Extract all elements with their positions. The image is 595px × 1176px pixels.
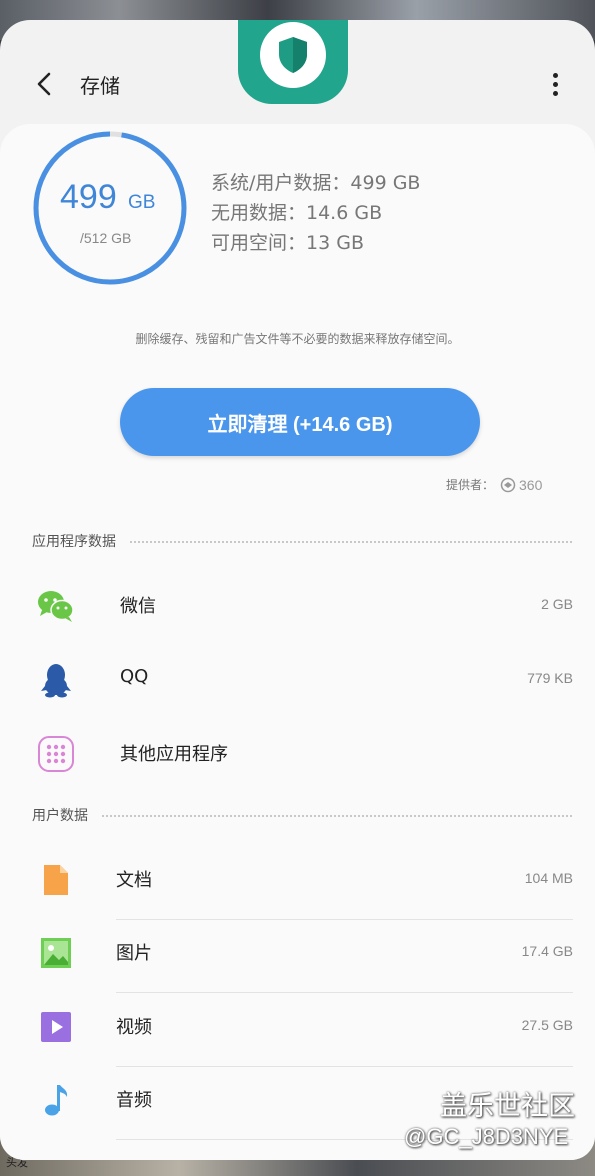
- section-divider: [102, 815, 572, 817]
- app-label-wechat: 微信: [120, 596, 156, 617]
- user-label-documents: 文档: [116, 870, 152, 891]
- app-badge: [238, 20, 348, 104]
- storage-usage-text: 499 GB /512 GB: [32, 130, 188, 286]
- provider-360-logo: 360: [500, 477, 542, 493]
- shield-icon: [279, 37, 307, 73]
- app-size-wechat: 2 GB: [541, 596, 573, 612]
- row-divider: [116, 1066, 573, 1067]
- watermark-community: 盖乐世社区: [440, 1091, 575, 1122]
- more-vertical-icon: [552, 72, 558, 78]
- user-size-images: 17.4 GB: [521, 943, 573, 959]
- app-row-wechat[interactable]: 微信 2 GB: [0, 574, 595, 634]
- stat-free-space: 可用空间：13 GB: [211, 232, 364, 254]
- user-row-videos[interactable]: 视频 27.5 GB: [0, 995, 595, 1067]
- provider-brand: 360: [519, 476, 543, 493]
- row-divider: [116, 919, 573, 920]
- wechat-icon: [36, 586, 76, 626]
- section-title-apps: 应用程序数据: [32, 534, 116, 550]
- app-label-other: 其他应用程序: [120, 744, 228, 765]
- qq-penguin-icon: [36, 660, 76, 700]
- section-title-user-data: 用户数据: [32, 808, 88, 824]
- user-label-videos: 视频: [116, 1017, 152, 1038]
- image-icon: [36, 933, 76, 973]
- stat-system-user-data: 系统/用户数据：499 GB: [211, 172, 421, 194]
- stat-junk-data: 无用数据：14.6 GB: [211, 202, 383, 224]
- storage-stats: 系统/用户数据：499 GB 无用数据：14.6 GB 可用空间：13 GB: [211, 168, 420, 258]
- total-storage: /512 GB: [80, 230, 132, 246]
- user-label-images: 图片: [116, 943, 152, 964]
- app-row-other[interactable]: 其他应用程序: [0, 722, 595, 782]
- user-size-videos: 27.5 GB: [521, 1017, 573, 1033]
- section-divider: [130, 541, 572, 543]
- video-icon: [36, 1007, 76, 1047]
- app-row-qq[interactable]: QQ 779 KB: [0, 648, 595, 708]
- document-icon: [36, 860, 76, 900]
- user-size-documents: 104 MB: [524, 870, 573, 886]
- music-note-icon: [36, 1080, 76, 1120]
- used-storage-unit: GB: [128, 192, 156, 213]
- watermark-handle: @GC_J8D3NYE: [404, 1124, 569, 1149]
- user-row-documents[interactable]: 文档 104 MB: [0, 848, 595, 920]
- more-options-button[interactable]: [540, 68, 570, 100]
- 360-logo-icon: [500, 477, 516, 492]
- provider-credit: 提供者： 360: [446, 476, 542, 493]
- clean-hint: 删除缓存、残留和广告文件等不必要的数据来释放存储空间。: [135, 332, 460, 346]
- section-header-user-data: 用户数据: [32, 805, 572, 825]
- page-title: 存储: [80, 74, 120, 98]
- clean-now-button[interactable]: 立即清理 (+14.6 GB): [120, 388, 480, 456]
- apps-grid-icon: [36, 734, 76, 774]
- user-label-audio: 音频: [116, 1090, 152, 1111]
- user-row-images[interactable]: 图片 17.4 GB: [0, 921, 595, 993]
- back-button[interactable]: [28, 68, 60, 100]
- row-divider: [116, 992, 573, 993]
- provider-label: 提供者：: [446, 478, 495, 492]
- app-size-qq: 779 KB: [527, 670, 573, 686]
- section-header-apps: 应用程序数据: [32, 531, 572, 551]
- chevron-left-icon: [37, 72, 51, 96]
- used-storage-value: 499: [60, 178, 117, 216]
- app-label-qq: QQ: [120, 666, 149, 687]
